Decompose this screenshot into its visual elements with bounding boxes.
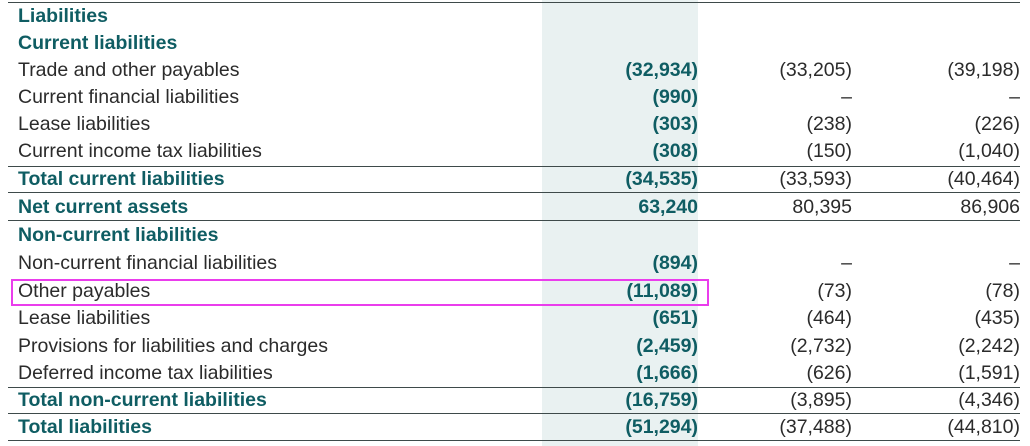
table-row-total-non-current-liabilities: Total non-current liabilities (16,759) (… (8, 387, 1020, 414)
value-two-years-prior: – (1009, 252, 1020, 274)
value-two-years-prior: (226) (974, 113, 1020, 135)
row-label: Total non-current liabilities (18, 389, 267, 411)
row-label: Liabilities (18, 5, 108, 27)
value-current-year: (34,535) (625, 168, 698, 190)
value-prior-year: – (841, 86, 852, 108)
value-two-years-prior: – (1009, 86, 1020, 108)
row-label: Current liabilities (18, 32, 178, 54)
value-two-years-prior: (2,242) (958, 335, 1020, 357)
section-heading-current-liabilities: Current liabilities (8, 30, 1020, 57)
value-current-year: (51,294) (625, 416, 698, 438)
value-prior-year: (33,205) (779, 59, 852, 81)
value-two-years-prior: (44,810) (947, 416, 1020, 438)
value-prior-year: – (841, 252, 852, 274)
table-row-total-liabilities: Total liabilities (51,294) (37,488) (44,… (8, 414, 1020, 441)
row-label: Lease liabilities (18, 113, 151, 135)
row-label: Trade and other payables (18, 59, 240, 81)
value-prior-year: (464) (806, 307, 852, 329)
value-prior-year: (626) (806, 362, 852, 384)
value-current-year: (32,934) (625, 59, 698, 81)
table-row-net-current-assets: Net current assets 63,240 80,395 86,906 (8, 194, 1020, 221)
section-heading-non-current-liabilities: Non-current liabilities (8, 222, 1020, 249)
row-label: Total liabilities (18, 416, 152, 438)
table-row-lease-liabilities-non-current: Lease liabilities (651) (464) (435) (8, 305, 1020, 332)
value-current-year: (894) (652, 252, 698, 274)
value-two-years-prior: (1,040) (958, 140, 1020, 162)
value-two-years-prior: (40,464) (947, 168, 1020, 190)
row-label: Non-current financial liabilities (18, 252, 278, 274)
table-row-lease-liabilities-current: Lease liabilities (303) (238) (226) (8, 111, 1020, 138)
value-current-year: 63,240 (638, 196, 698, 218)
row-label: Current income tax liabilities (18, 140, 262, 162)
value-two-years-prior: (78) (985, 280, 1020, 302)
table-row-non-current-financial-liabilities: Non-current financial liabilities (894) … (8, 250, 1020, 277)
value-prior-year: (73) (817, 280, 852, 302)
value-prior-year: (33,593) (779, 168, 852, 190)
value-two-years-prior: (1,591) (958, 362, 1020, 384)
value-two-years-prior: (435) (974, 307, 1020, 329)
table-row-deferred-income-tax: Deferred income tax liabilities (1,666) … (8, 360, 1020, 387)
value-prior-year: (3,895) (790, 389, 852, 411)
value-prior-year: (37,488) (779, 416, 852, 438)
row-label: Lease liabilities (18, 307, 151, 329)
value-current-year: (990) (652, 86, 698, 108)
row-label: Provisions for liabilities and charges (18, 335, 328, 357)
row-label: Current financial liabilities (18, 86, 240, 108)
value-current-year: (2,459) (636, 335, 698, 357)
value-prior-year: (2,732) (790, 335, 852, 357)
table-row-current-income-tax: Current income tax liabilities (308) (15… (8, 138, 1020, 165)
value-current-year: (303) (652, 113, 698, 135)
value-two-years-prior: (4,346) (958, 389, 1020, 411)
table-row-provisions: Provisions for liabilities and charges (… (8, 333, 1020, 360)
row-label: Non-current liabilities (18, 224, 219, 246)
liabilities-table: Liabilities Current liabilities Trade an… (0, 0, 1030, 446)
table-row-trade-payables: Trade and other payables (32,934) (33,20… (8, 57, 1020, 84)
row-label: Deferred income tax liabilities (18, 362, 273, 384)
section-heading-liabilities: Liabilities (8, 3, 1020, 30)
value-prior-year: 80,395 (792, 196, 852, 218)
value-current-year: (16,759) (625, 389, 698, 411)
value-two-years-prior: (39,198) (947, 59, 1020, 81)
value-prior-year: (150) (806, 140, 852, 162)
value-current-year: (1,666) (636, 362, 698, 384)
row-label: Total current liabilities (18, 168, 225, 190)
value-current-year: (651) (652, 307, 698, 329)
value-two-years-prior: 86,906 (960, 196, 1020, 218)
row-label: Net current assets (18, 196, 189, 218)
value-current-year: (308) (652, 140, 698, 162)
value-prior-year: (238) (806, 113, 852, 135)
table-row-current-financial-liabilities: Current financial liabilities (990) – – (8, 84, 1020, 111)
table-row-total-current-liabilities: Total current liabilities (34,535) (33,5… (8, 166, 1020, 193)
highlight-box-other-payables (11, 279, 709, 306)
